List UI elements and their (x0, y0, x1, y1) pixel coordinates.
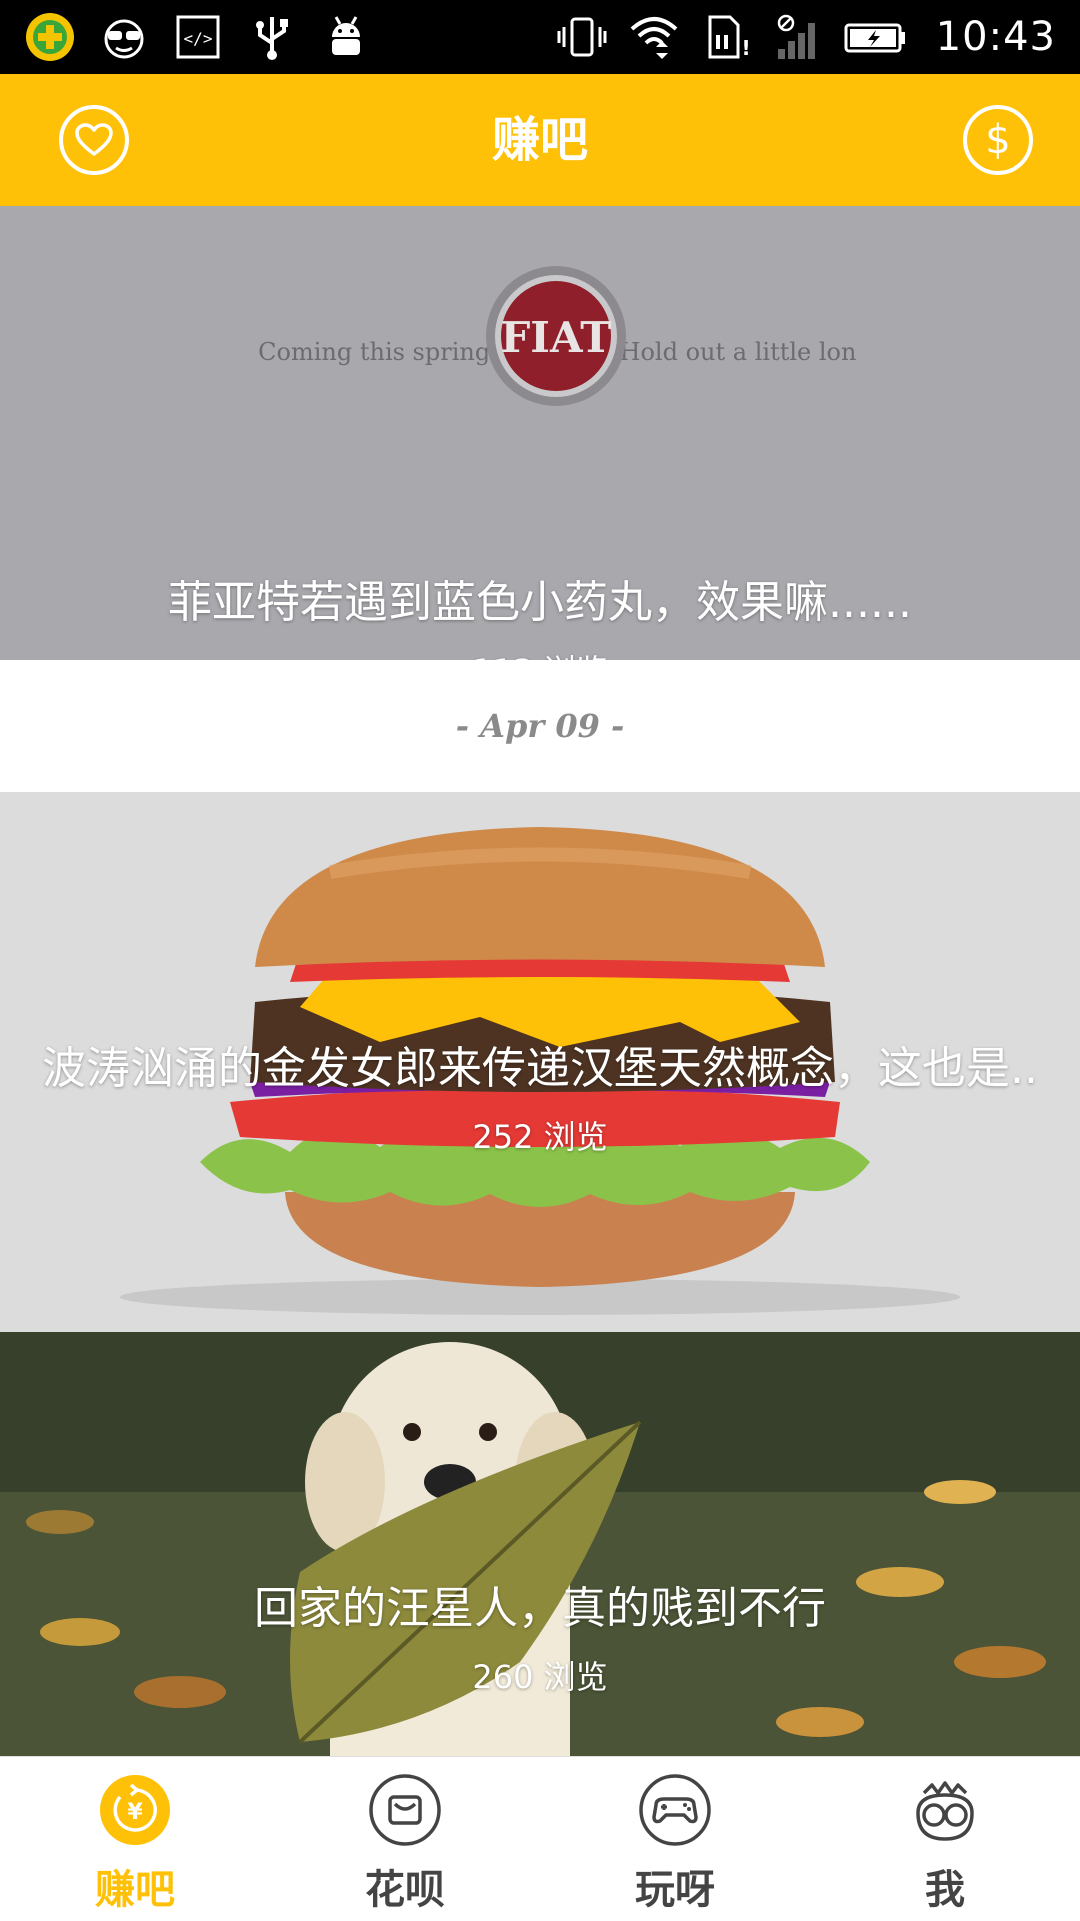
sim-card-icon: ! (708, 15, 750, 60)
signal-icon (777, 14, 815, 59)
nav-label-play: 玩呀 (635, 1867, 715, 1913)
feed-card[interactable]: 波涛汹涌的金发女郎来传递汉堡天然概念，这也是.. 252 浏览 (0, 792, 1080, 1332)
gamepad-icon (639, 1774, 711, 1846)
status-bar-system: ! 10:43 (556, 8, 1056, 66)
svg-text:¥: ¥ (127, 1800, 143, 1825)
avatar-face-icon (916, 1781, 974, 1841)
nav-item-spend[interactable]: 花呗 (270, 1757, 540, 1921)
card-title: 波涛汹涌的金发女郎来传递汉堡天然概念，这也是.. (42, 1043, 1038, 1094)
360-security-icon (26, 13, 74, 61)
sunglasses-face-icon (104, 19, 144, 59)
date-divider: - Apr 09 - (0, 660, 1080, 792)
android-icon (332, 16, 360, 55)
card-title: 菲亚特若遇到蓝色小药丸，效果嘛...... (168, 577, 912, 628)
card-view-count: 252 浏览 (472, 1118, 608, 1156)
yuan-refresh-icon: ¥ (100, 1775, 170, 1845)
status-bar-notifications: </> (24, 8, 372, 66)
page-title: 赚吧 (491, 112, 588, 168)
card-view-count: 260 浏览 (472, 1658, 608, 1696)
fiat-ad-text-left: Coming this spring. (258, 338, 498, 366)
nav-item-me[interactable]: 我 (810, 1757, 1080, 1921)
dollar-icon: $ (985, 117, 1011, 163)
status-time: 10:43 (935, 14, 1056, 60)
nav-label-me: 我 (925, 1867, 965, 1913)
battery-charging-icon (844, 23, 905, 53)
nav-item-earn[interactable]: ¥ 赚吧 (0, 1757, 270, 1921)
bottom-nav: ¥ 赚吧 花呗 玩呀 我 (0, 1756, 1080, 1920)
card-title: 回家的汪星人，真的贱到不行 (254, 1583, 826, 1634)
feed-card[interactable]: 回家的汪星人，真的贱到不行 260 浏览 (0, 1332, 1080, 1756)
fiat-ad-text-right: Hold out a little lon (620, 338, 857, 366)
svg-text:</>: </> (184, 29, 213, 48)
nav-label-earn: 赚吧 (95, 1867, 175, 1913)
wifi-icon (630, 17, 678, 59)
app-header: 赚吧 $ (0, 74, 1080, 206)
fiat-logo-text: FIAT (500, 313, 611, 362)
feed-card[interactable]: Coming this spring. Hold out a little lo… (0, 206, 1080, 660)
svg-text:!: ! (741, 36, 750, 60)
usb-icon (256, 17, 288, 60)
vibrate-icon (557, 17, 607, 57)
bag-icon (369, 1774, 441, 1846)
nav-item-play[interactable]: 玩呀 (540, 1757, 810, 1921)
nav-label-spend: 花呗 (365, 1867, 445, 1913)
card-view-count: 113 浏览 (0, 646, 1080, 660)
code-icon: </> (176, 15, 220, 59)
earnings-button[interactable]: $ (963, 105, 1033, 175)
status-bar: </> ! 10:43 (0, 0, 1080, 74)
